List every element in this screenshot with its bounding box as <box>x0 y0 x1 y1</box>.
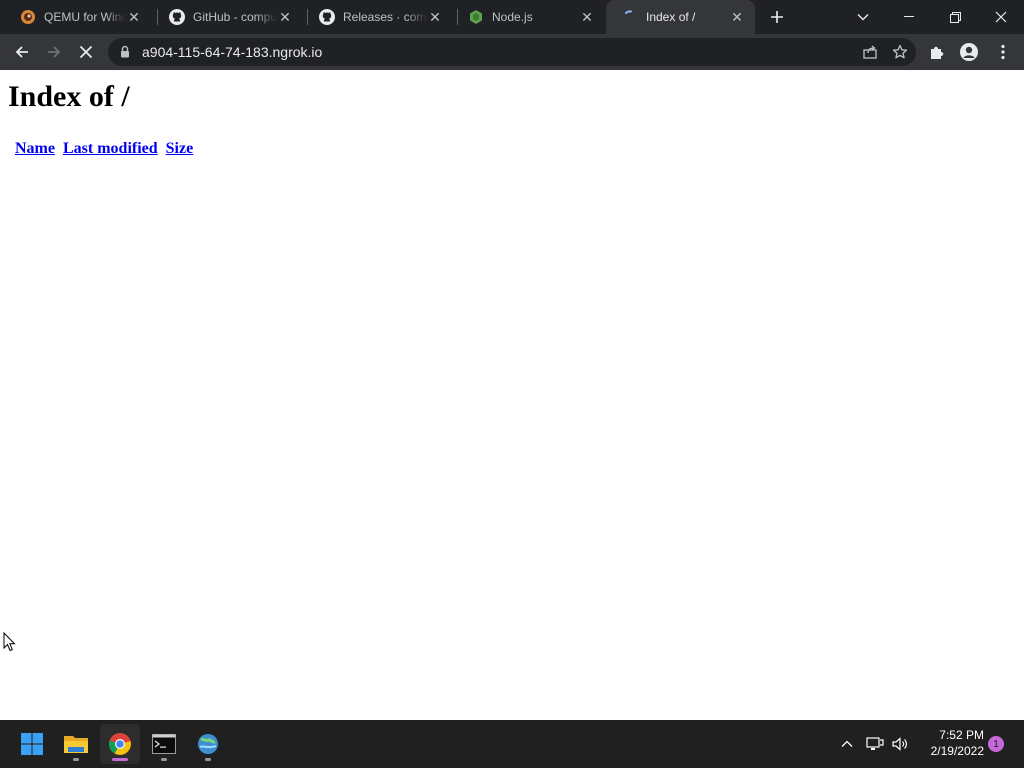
arrow-left-icon <box>15 46 28 58</box>
lock-icon[interactable] <box>120 45 130 63</box>
bookmark-star-icon[interactable] <box>892 44 908 65</box>
volume-button[interactable] <box>889 720 911 768</box>
close-tab-icon[interactable]: ✕ <box>277 9 293 25</box>
browser-toolbar: a904-115-64-74-183.ngrok.io <box>0 34 1024 70</box>
new-tab-button[interactable] <box>762 0 792 34</box>
qemu-icon <box>20 9 36 25</box>
tab-title: Index of / <box>646 10 696 24</box>
notification-badge[interactable]: 1 <box>988 736 1004 752</box>
taskbar-network-app[interactable] <box>188 724 228 764</box>
restore-button[interactable] <box>932 0 978 34</box>
close-icon <box>79 45 93 59</box>
address-bar[interactable]: a904-115-64-74-183.ngrok.io <box>108 38 916 66</box>
avatar-icon <box>960 43 978 61</box>
sort-by-name-link[interactable]: Name <box>15 140 55 157</box>
share-icon[interactable] <box>862 44 878 65</box>
close-tab-icon[interactable]: ✕ <box>126 9 142 25</box>
profile-button[interactable] <box>954 37 984 67</box>
ethernet-icon <box>866 737 884 750</box>
start-button[interactable] <box>12 724 52 764</box>
taskbar-terminal[interactable] <box>144 724 184 764</box>
close-tab-icon[interactable]: ✕ <box>579 9 595 25</box>
tab-releases[interactable]: Releases · comp ✕ <box>303 0 453 34</box>
tab-title: Releases · comp <box>343 10 427 24</box>
forward-button[interactable] <box>39 37 69 67</box>
minimize-icon <box>904 16 914 17</box>
url-text[interactable]: a904-115-64-74-183.ngrok.io <box>142 45 322 59</box>
sort-by-size-link[interactable]: Size <box>166 140 194 157</box>
running-indicator <box>205 758 211 761</box>
plus-icon <box>771 11 783 23</box>
directory-listing-header: Name Last modified Size <box>15 140 197 158</box>
tab-nodejs[interactable]: Node.js ✕ <box>452 0 605 34</box>
chevron-up-icon <box>841 740 853 747</box>
running-indicator <box>161 758 167 761</box>
windows-start-icon <box>21 733 43 755</box>
close-icon <box>995 11 1007 23</box>
tab-github[interactable]: GitHub - compu ✕ <box>153 0 303 34</box>
arrow-right-icon <box>48 46 61 58</box>
page-heading: Index of / <box>8 80 130 113</box>
tab-index[interactable]: Index of / ✕ <box>606 0 755 34</box>
terminal-icon <box>152 734 176 754</box>
tab-qemu[interactable]: QEMU for Windows ✕ <box>4 0 152 34</box>
file-explorer-icon <box>64 736 88 753</box>
close-window-button[interactable] <box>978 0 1024 34</box>
sort-by-last-modified-link[interactable]: Last modified <box>63 140 158 157</box>
chevron-down-icon <box>857 14 869 21</box>
taskbar-file-explorer[interactable] <box>56 724 96 764</box>
github-icon <box>319 9 335 25</box>
network-status-button[interactable] <box>864 720 886 768</box>
taskbar: 7:52 PM 2/19/2022 <box>0 720 1024 768</box>
github-icon <box>169 9 185 25</box>
close-tab-icon[interactable]: ✕ <box>729 9 745 25</box>
clock-time: 7:52 PM <box>939 728 984 742</box>
taskbar-chrome[interactable] <box>100 724 140 764</box>
extensions-button[interactable] <box>922 37 952 67</box>
tab-title: Node.js <box>492 10 533 24</box>
minimize-button[interactable] <box>886 0 932 34</box>
running-indicator <box>112 758 128 761</box>
network-globe-icon <box>198 734 218 754</box>
restore-icon <box>949 11 961 23</box>
kebab-menu-icon <box>1001 44 1005 60</box>
show-hidden-icons-button[interactable] <box>836 720 858 768</box>
tab-title: GitHub - compu <box>193 10 277 24</box>
puzzle-piece-icon <box>931 46 944 59</box>
loading-spinner-icon <box>622 9 638 25</box>
tab-search-button[interactable] <box>848 0 878 34</box>
page-content: Index of / Name Last modified Size <box>0 70 1024 720</box>
stop-loading-button[interactable] <box>71 37 101 67</box>
system-clock[interactable]: 7:52 PM 2/19/2022 <box>914 727 984 759</box>
mouse-cursor-icon <box>3 632 16 652</box>
menu-button[interactable] <box>988 37 1018 67</box>
nodejs-icon <box>468 9 484 25</box>
chrome-icon <box>108 733 131 755</box>
clock-date: 2/19/2022 <box>930 744 984 758</box>
tab-strip: QEMU for Windows ✕ GitHub - compu ✕ Rele… <box>0 0 1024 34</box>
speaker-icon <box>892 737 907 751</box>
back-button[interactable] <box>7 37 37 67</box>
tab-title: QEMU for Windows <box>44 10 126 24</box>
running-indicator <box>73 758 79 761</box>
close-tab-icon[interactable]: ✕ <box>427 9 443 25</box>
